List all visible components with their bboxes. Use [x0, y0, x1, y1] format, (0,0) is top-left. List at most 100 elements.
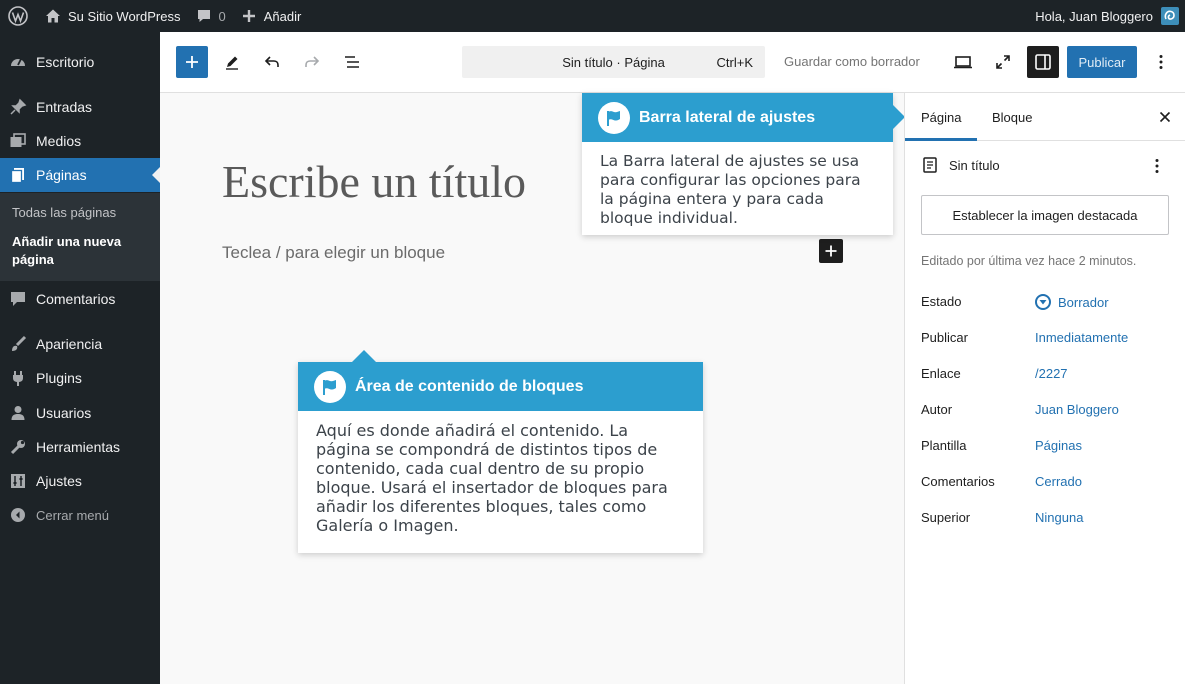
collapse-menu-button[interactable]: Cerrar menú: [0, 498, 160, 532]
menu-item-usuarios[interactable]: Usuarios: [0, 396, 160, 430]
parent-value[interactable]: Ninguna: [1035, 510, 1083, 525]
publish-button[interactable]: Publicar: [1067, 46, 1137, 78]
meta-value-text: Borrador: [1058, 294, 1109, 310]
tab-page[interactable]: Página: [905, 93, 977, 141]
command-shortcut: Ctrl+K: [716, 54, 753, 70]
meta-row-template: Plantilla Páginas: [921, 438, 1171, 458]
preview-button[interactable]: [947, 46, 979, 78]
pointer-block-content-area: Área de contenido de bloques Aquí es don…: [298, 350, 703, 553]
inline-block-inserter[interactable]: [819, 239, 843, 263]
title-input[interactable]: Escribe un título: [222, 155, 526, 208]
settings-toggle-button[interactable]: [1027, 46, 1059, 78]
meta-row-author: Autor Juan Bloggero: [921, 402, 1171, 422]
draft-status-icon: [1035, 294, 1051, 310]
my-account[interactable]: Hola, Juan Bloggero: [1035, 7, 1185, 25]
pin-icon: [0, 98, 36, 116]
template-value[interactable]: Páginas: [1035, 438, 1082, 453]
comment-icon: [198, 10, 211, 22]
default-block-appender[interactable]: Teclea / para elegir un bloque: [222, 243, 445, 263]
comments-value[interactable]: Cerrado: [1035, 474, 1082, 489]
pointer-title: Área de contenido de bloques: [355, 377, 584, 395]
save-draft-button[interactable]: Guardar como borrador: [784, 54, 920, 69]
comments-link[interactable]: 0: [188, 0, 233, 32]
undo-button[interactable]: [256, 46, 288, 78]
home-icon: [46, 9, 60, 23]
comment-icon: [0, 290, 36, 308]
tab-block[interactable]: Bloque: [976, 93, 1048, 141]
pencil-icon: [226, 56, 238, 70]
set-featured-image-button[interactable]: Establecer la imagen destacada: [921, 195, 1169, 235]
list-view-icon: [345, 56, 359, 68]
document-bar[interactable]: Sin título · Página Ctrl+K: [462, 46, 765, 78]
plus-icon: [186, 56, 198, 68]
meta-row-status: Estado Borrador: [921, 294, 1171, 314]
permalink-value[interactable]: /2227: [1035, 366, 1068, 381]
status-value[interactable]: Borrador: [1035, 294, 1109, 310]
add-new-label: Añadir: [263, 8, 302, 24]
meta-label: Superior: [921, 510, 971, 525]
submenu-add-new-page[interactable]: Añadir una nueva página: [12, 233, 142, 269]
close-icon: [1159, 111, 1171, 123]
plus-icon: [242, 10, 255, 22]
menu-item-escritorio[interactable]: Escritorio: [0, 45, 160, 79]
pages-submenu: Todas las páginas Añadir una nueva págin…: [0, 193, 160, 281]
menu-item-apariencia[interactable]: Apariencia: [0, 327, 160, 361]
submenu-all-pages[interactable]: Todas las páginas: [12, 204, 116, 222]
page-actions-button[interactable]: [1149, 157, 1165, 178]
meta-label: Publicar: [921, 330, 968, 345]
more-vertical-icon: [1155, 159, 1159, 173]
comments-count: 0: [218, 8, 226, 24]
list-view-button[interactable]: [336, 46, 368, 78]
sidebar-tabs: Página Bloque: [905, 93, 1185, 141]
plus-icon: [825, 245, 837, 257]
menu-item-ajustes[interactable]: Ajustes: [0, 464, 160, 498]
block-inserter-toggle[interactable]: [176, 46, 208, 78]
more-vertical-icon: [1159, 55, 1163, 69]
menu-label: Páginas: [36, 167, 87, 183]
menu-item-entradas[interactable]: Entradas: [0, 90, 160, 124]
menu-item-medios[interactable]: Medios: [0, 124, 160, 158]
admin-menu: Escritorio Entradas Medios Páginas Todas…: [0, 32, 160, 684]
add-new-link[interactable]: Añadir: [234, 0, 310, 32]
menu-item-herramientas[interactable]: Herramientas: [0, 430, 160, 464]
redo-button[interactable]: [296, 46, 328, 78]
site-name-link[interactable]: Su Sitio WordPress: [36, 0, 188, 32]
user-icon: [0, 404, 36, 422]
page-icon: [923, 157, 937, 173]
brush-icon: [0, 335, 36, 353]
meta-label: Autor: [921, 402, 953, 417]
tools-button[interactable]: [216, 46, 248, 78]
site-name: Su Sitio WordPress: [68, 8, 181, 24]
menu-label: Escritorio: [36, 54, 95, 70]
menu-label: Apariencia: [36, 336, 103, 352]
expand-icon: [996, 55, 1010, 69]
plugin-icon: [0, 369, 36, 387]
page-name: Sin título: [949, 157, 1000, 173]
pointer-body: La Barra lateral de ajustes se usa para …: [600, 152, 861, 227]
collapse-icon: [0, 506, 36, 524]
options-button[interactable]: [1145, 46, 1177, 78]
undo-icon: [264, 56, 279, 67]
publish-date-value[interactable]: Inmediatamente: [1035, 330, 1128, 345]
sidebar-icon: [1035, 54, 1051, 70]
menu-label: Comentarios: [36, 291, 116, 307]
fullscreen-button[interactable]: [987, 46, 1019, 78]
last-edited-text: Editado por última vez hace 2 minutos.: [921, 254, 1137, 268]
flag-icon: [598, 101, 630, 134]
settings-sidebar: Página Bloque Sin título Establecer la i…: [904, 93, 1185, 684]
wordpress-logo-icon[interactable]: [0, 0, 36, 32]
menu-item-comentarios[interactable]: Comentarios: [0, 282, 160, 316]
menu-item-plugins[interactable]: Plugins: [0, 361, 160, 395]
author-value[interactable]: Juan Bloggero: [1035, 402, 1119, 417]
greeting: Hola, Juan Bloggero: [1035, 8, 1153, 24]
pointer-title: Barra lateral de ajustes: [639, 108, 816, 126]
redo-icon: [305, 56, 320, 67]
menu-item-paginas[interactable]: Páginas: [0, 158, 160, 192]
close-sidebar-button[interactable]: [1153, 105, 1177, 129]
pointer-header: Área de contenido de bloques: [298, 362, 703, 411]
desktop-icon: [954, 56, 972, 69]
menu-label: Entradas: [36, 99, 93, 115]
menu-label: Plugins: [36, 370, 82, 386]
settings-icon: [0, 472, 36, 490]
menu-label: Usuarios: [36, 405, 92, 421]
